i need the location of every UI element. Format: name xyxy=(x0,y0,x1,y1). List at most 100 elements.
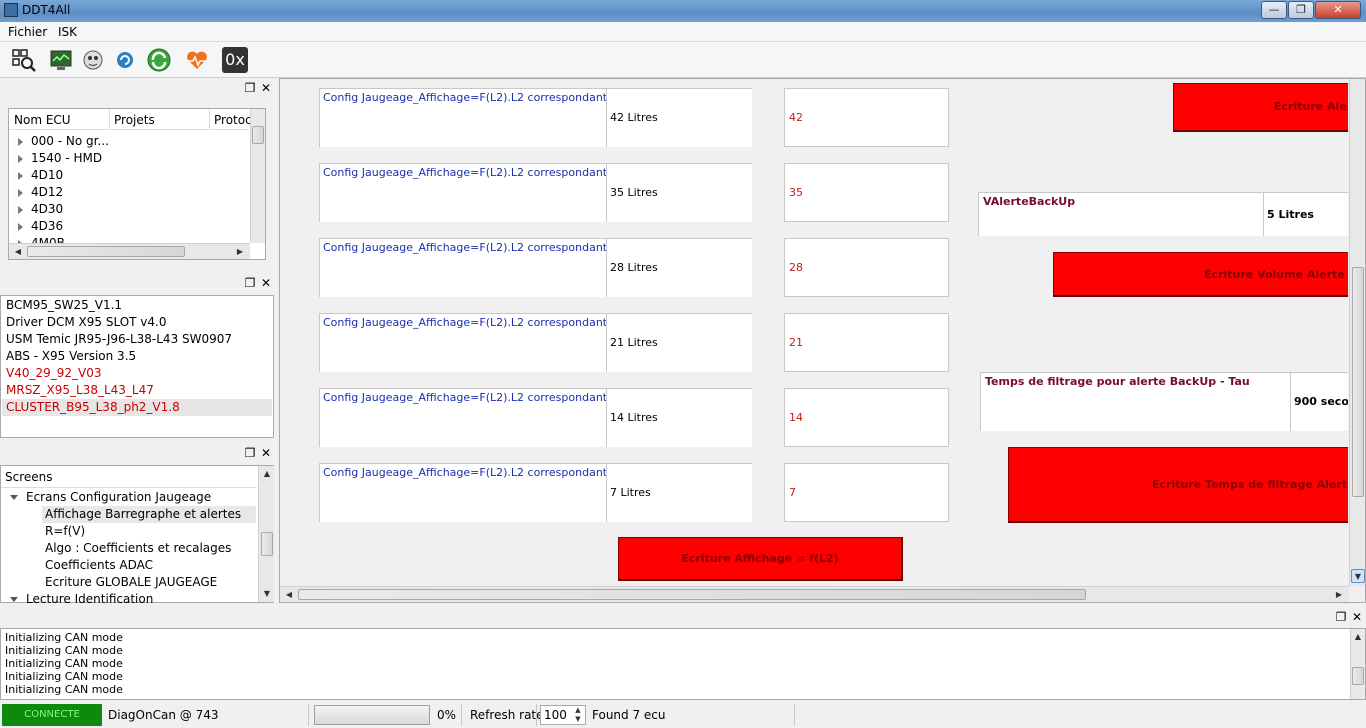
float-icon[interactable]: ❐ xyxy=(1334,610,1348,624)
col-nom-ecu[interactable]: Nom ECU xyxy=(14,113,71,127)
ecu-list-dock-header: ❐ ✕ xyxy=(0,273,276,293)
backup-volume-label: VAlerteBackUp xyxy=(978,192,1263,236)
log-dock-header: ❐ ✕ xyxy=(0,607,1366,627)
tree-item[interactable]: 1540 - HMD xyxy=(9,150,102,167)
screen-vscroll[interactable]: ▼ xyxy=(1349,79,1365,586)
connection-status: CONNECTE xyxy=(2,704,102,726)
menu-bar: Fichier ISK xyxy=(0,22,1366,42)
ecu-list-item[interactable]: Driver DCM X95 SLOT v4.0 xyxy=(6,314,166,331)
minimize-button[interactable]: — xyxy=(1261,1,1287,19)
screens-vscroll[interactable]: ▲ ▼ xyxy=(258,466,274,602)
progress-label: 0% xyxy=(437,708,457,722)
write-alert-button[interactable]: Ecriture Alerte xyxy=(1173,83,1348,132)
window-title: DDT4All xyxy=(22,3,71,17)
filter-time-label: Temps de filtrage pour alerte BackUp - T… xyxy=(980,372,1290,431)
param-input[interactable]: 35 xyxy=(784,163,949,222)
screens-group[interactable]: Ecrans Configuration Jaugeage xyxy=(1,489,211,506)
log-line: Initializing CAN mode xyxy=(5,657,123,670)
screen-canvas: Config Jaugeage_Affichage=F(L2).L2 corre… xyxy=(288,83,1348,586)
screen-hscroll[interactable]: ◀ ▶ xyxy=(280,586,1349,602)
tree-item[interactable]: 4D12 xyxy=(9,184,63,201)
adapter-label: DiagOnCan @ 743 xyxy=(108,708,219,722)
app-icon xyxy=(4,3,18,17)
spin-up-icon[interactable]: ▲ xyxy=(572,706,584,715)
float-icon[interactable]: ❐ xyxy=(243,81,257,95)
ecu-list-item[interactable]: BCM95_SW25_V1.1 xyxy=(6,297,122,314)
menu-fichier[interactable]: Fichier xyxy=(8,25,47,39)
close-icon[interactable]: ✕ xyxy=(259,276,273,290)
screens-tree: Screens Ecrans Configuration Jaugeage Af… xyxy=(0,465,274,603)
log-line: Initializing CAN mode xyxy=(5,670,123,683)
ecu-tree-dock-header: ❐ ✕ xyxy=(0,78,276,98)
menu-isk[interactable]: ISK xyxy=(58,25,77,39)
screens-group[interactable]: Lecture Identification xyxy=(1,591,153,603)
screen-item[interactable]: Coefficients ADAC xyxy=(45,557,153,574)
param-value: 42 Litres xyxy=(606,88,752,147)
param-input[interactable]: 42 xyxy=(784,88,949,147)
close-icon[interactable]: ✕ xyxy=(259,81,273,95)
screen-item-selected[interactable]: Affichage Barregraphe et alertes xyxy=(45,506,241,523)
ecu-tree-body: 000 - No gr... 1540 - HMD 4D10 4D12 4D30… xyxy=(9,132,249,244)
refresh-icon[interactable] xyxy=(112,47,138,73)
tree-item[interactable]: 4D30 xyxy=(9,201,63,218)
scan-ecu-icon[interactable] xyxy=(11,47,37,73)
screen-item[interactable]: Ecriture GLOBALE JAUGEAGE xyxy=(45,574,217,591)
backup-volume-value: 5 Litres xyxy=(1263,192,1348,236)
toolbar: 0x xyxy=(0,42,1366,78)
found-ecu-label: Found 7 ecu xyxy=(592,708,666,722)
screens-dock-header: ❐ ✕ xyxy=(0,443,276,463)
write-filter-time-button[interactable]: Ecriture Temps de filtrage Alerte B xyxy=(1008,447,1348,523)
log-panel: Initializing CAN mode Initializing CAN m… xyxy=(0,628,1366,700)
refresh-rate-spinbox[interactable]: 100 ▲ ▼ xyxy=(540,705,586,725)
hex-icon[interactable]: 0x xyxy=(222,47,248,73)
spin-down-icon[interactable]: ▼ xyxy=(572,715,584,724)
param-input[interactable]: 14 xyxy=(784,388,949,447)
ecu-tree-hscroll[interactable]: ◀ ▶ xyxy=(9,243,250,259)
progress-bar xyxy=(314,705,430,725)
close-icon[interactable]: ✕ xyxy=(1350,610,1364,624)
tree-item[interactable]: 4D36 xyxy=(9,218,63,235)
filter-time-value: 900 secon xyxy=(1290,372,1348,431)
close-button[interactable]: ✕ xyxy=(1315,1,1361,19)
ecu-list-item[interactable]: V40_29_92_V03 xyxy=(6,365,102,382)
ecu-list-item[interactable]: ABS - X95 Version 3.5 xyxy=(6,348,136,365)
screen-item[interactable]: R=f(V) xyxy=(45,523,85,540)
log-vscroll[interactable]: ▲ xyxy=(1350,629,1365,699)
screen-view: Config Jaugeage_Affichage=F(L2).L2 corre… xyxy=(279,78,1366,603)
param-label: Config Jaugeage_Affichage=F(L2).L2 corre… xyxy=(319,463,606,522)
param-input[interactable]: 21 xyxy=(784,313,949,372)
param-value: 7 Litres xyxy=(606,463,752,522)
ecu-list-item-selected[interactable]: CLUSTER_B95_L38_ph2_V1.8 xyxy=(6,399,180,416)
write-display-button[interactable]: Ecriture Affichage = f(L2) xyxy=(618,537,903,581)
heartbeat-icon[interactable] xyxy=(184,47,210,73)
ecu-list-item[interactable]: USM Temic JR95-J96-L38-L43 SW0907 xyxy=(6,331,232,348)
param-label: Config Jaugeage_Affichage=F(L2).L2 corre… xyxy=(319,163,606,222)
ecu-tree-header: Nom ECU Projets Protoc xyxy=(9,109,252,130)
sync-icon[interactable] xyxy=(146,47,172,73)
param-value: 14 Litres xyxy=(606,388,752,447)
param-value: 35 Litres xyxy=(606,163,752,222)
screens-header: Screens xyxy=(5,470,53,484)
write-volume-button[interactable]: Ecriture Volume Alerte Ba xyxy=(1053,252,1348,297)
close-icon[interactable]: ✕ xyxy=(259,446,273,460)
tree-item[interactable]: 4D10 xyxy=(9,167,63,184)
param-input[interactable]: 28 xyxy=(784,238,949,297)
tree-item[interactable]: 000 - No gr... xyxy=(9,133,109,150)
maximize-button[interactable]: ❐ xyxy=(1288,1,1314,19)
robot-icon[interactable] xyxy=(80,47,106,73)
ecu-tree: Nom ECU Projets Protoc 000 - No gr... 15… xyxy=(8,108,266,260)
status-bar: CONNECTE DiagOnCan @ 743 0% Refresh rate… xyxy=(0,703,1366,728)
float-icon[interactable]: ❐ xyxy=(243,446,257,460)
param-label: Config Jaugeage_Affichage=F(L2).L2 corre… xyxy=(319,238,606,297)
float-icon[interactable]: ❐ xyxy=(243,276,257,290)
screen-item[interactable]: Algo : Coefficients et recalages xyxy=(45,540,231,557)
ecu-tree-vscroll[interactable] xyxy=(250,109,265,243)
log-line: Initializing CAN mode xyxy=(5,683,123,696)
col-protocol[interactable]: Protoc xyxy=(214,113,252,127)
param-label: Config Jaugeage_Affichage=F(L2).L2 corre… xyxy=(319,313,606,372)
param-input[interactable]: 7 xyxy=(784,463,949,522)
monitor-icon[interactable] xyxy=(48,47,74,73)
col-projets[interactable]: Projets xyxy=(114,113,155,127)
ecu-list-item[interactable]: MRSZ_X95_L38_L43_L47 xyxy=(6,382,154,399)
param-value: 28 Litres xyxy=(606,238,752,297)
